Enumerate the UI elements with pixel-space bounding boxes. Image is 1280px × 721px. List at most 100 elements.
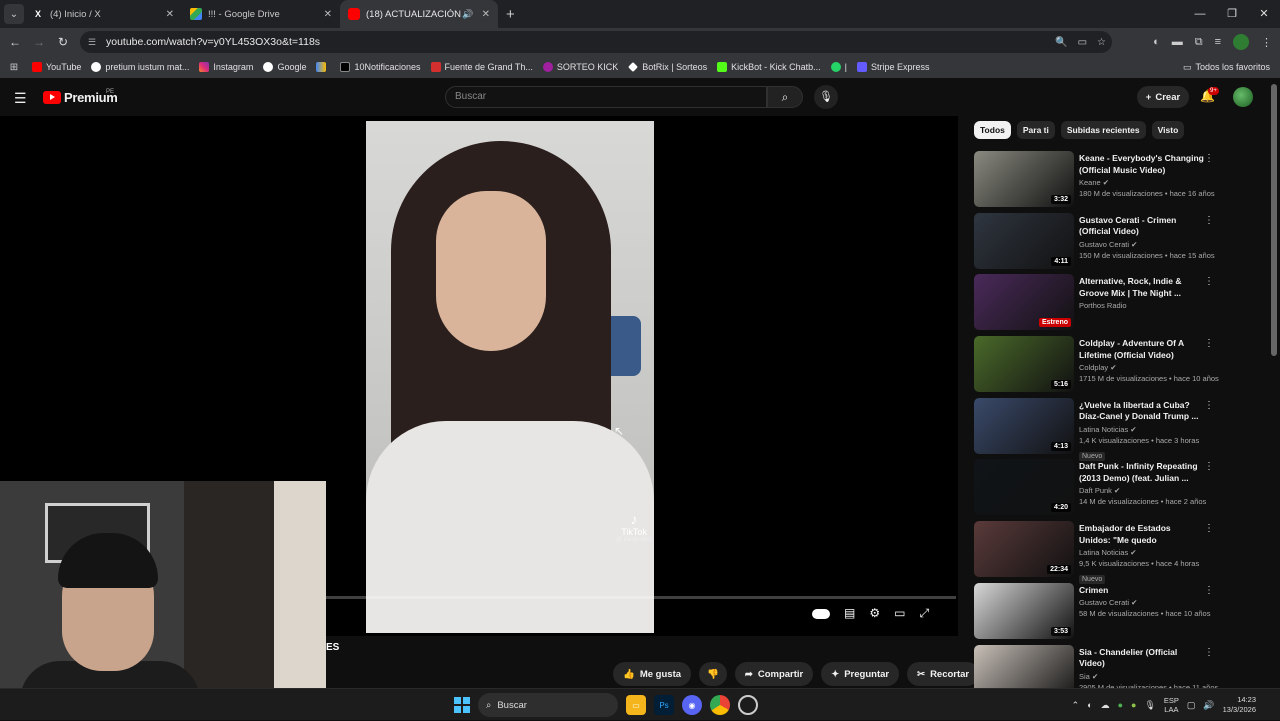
search-button[interactable]: ⌕ xyxy=(767,86,803,108)
chevron-up-icon[interactable]: ⌃ xyxy=(1072,700,1080,711)
chip-subidas-recientes[interactable]: Subidas recientes xyxy=(1060,121,1146,139)
tray-icon[interactable]: ◐ xyxy=(1087,700,1092,710)
profile-avatar[interactable] xyxy=(1233,34,1249,50)
more-options-icon[interactable]: ⋮ xyxy=(1204,585,1214,596)
apps-grid-icon[interactable]: ⊞ xyxy=(2,62,26,73)
video-title[interactable]: Keane - Everybody's Changing (Official M… xyxy=(1079,153,1204,176)
side-panel-icon[interactable]: ≡ xyxy=(1215,36,1221,48)
theater-mode-icon[interactable]: ▭ xyxy=(894,606,905,621)
channel-name[interactable]: Latina Noticias ✔ xyxy=(1079,425,1204,434)
recommended-video[interactable]: 4:13 ¿Vuelve la libertad a Cuba? Díaz-Can… xyxy=(974,397,1218,461)
ask-button[interactable]: ✦ Preguntar xyxy=(821,662,900,686)
like-button[interactable]: 👍 Me gusta xyxy=(613,662,692,686)
video-thumbnail[interactable]: Estreno xyxy=(974,274,1074,331)
bookmark-item[interactable]: Instagram xyxy=(199,62,253,72)
bookmark-item[interactable]: YouTube xyxy=(32,62,81,72)
minimize-button[interactable]: — xyxy=(1184,0,1216,28)
speaker-icon[interactable]: 🔊 xyxy=(462,9,473,20)
video-progress-bar[interactable] xyxy=(326,596,956,599)
chip-para-ti[interactable]: Para ti xyxy=(1016,121,1055,139)
video-thumbnail[interactable]: 22:34 xyxy=(974,521,1074,578)
settings-gear-icon[interactable]: ⚙ xyxy=(869,606,880,621)
fullscreen-icon[interactable]: ⤢ xyxy=(919,606,929,621)
autoplay-toggle[interactable] xyxy=(812,609,830,619)
close-tab-icon[interactable]: ✕ xyxy=(324,9,332,20)
clip-button[interactable]: ✂ Recortar xyxy=(907,662,980,686)
taskbar-search[interactable]: ⌕ Buscar xyxy=(478,693,618,717)
video-content[interactable]: ♪ TikTok @ kangsukxx xyxy=(366,121,654,633)
restore-button[interactable]: ❐ xyxy=(1216,0,1248,28)
all-bookmarks-button[interactable]: ▭ Todos los favoritos xyxy=(1183,56,1270,78)
channel-name[interactable]: Coldplay ✔ xyxy=(1079,363,1204,372)
account-avatar[interactable] xyxy=(1233,87,1253,107)
bookmark-star-icon[interactable]: ☆ xyxy=(1097,37,1106,48)
more-options-icon[interactable]: ⋮ xyxy=(1204,215,1214,226)
bookmark-item[interactable]: Stripe Express xyxy=(857,62,930,72)
video-title[interactable]: Coldplay - Adventure Of A Lifetime (Offi… xyxy=(1079,338,1204,361)
recommended-video[interactable]: 4:11 Gustavo Cerati - Crimen (Official Vi… xyxy=(974,212,1218,275)
page-scrollbar[interactable] xyxy=(1271,84,1277,356)
tray-icon[interactable]: ● xyxy=(1118,700,1123,710)
dislike-button[interactable]: 👎 xyxy=(699,662,727,686)
recommended-video[interactable]: 5:16 Coldplay - Adventure Of A Lifetime (… xyxy=(974,336,1219,398)
extensions-puzzle-icon[interactable]: ⧉ xyxy=(1195,36,1203,49)
subtitles-icon[interactable]: ▤ xyxy=(844,606,855,621)
more-options-icon[interactable]: ⋮ xyxy=(1204,400,1214,411)
photoshop-icon[interactable]: Ps xyxy=(654,695,674,715)
channel-name[interactable]: Porthos Radio xyxy=(1079,301,1204,310)
video-title[interactable]: Daft Punk - Infinity Repeating (2013 Dem… xyxy=(1079,461,1204,484)
more-options-icon[interactable]: ⋮ xyxy=(1204,647,1214,658)
extension-icon[interactable]: ◐ xyxy=(1153,36,1160,48)
youtube-premium-logo[interactable]: Premium PE xyxy=(43,89,118,105)
channel-name[interactable]: Daft Punk ✔ xyxy=(1079,486,1204,495)
chip-todos[interactable]: Todos xyxy=(974,121,1011,139)
discord-icon[interactable]: ◉ xyxy=(682,695,702,715)
recommended-video[interactable]: 4:20 Daft Punk - Infinity Repeating (2013… xyxy=(974,459,1218,521)
volume-icon[interactable]: 🔊 xyxy=(1203,700,1214,711)
search-input[interactable]: Buscar xyxy=(445,86,767,108)
site-info-icon[interactable]: ☰ xyxy=(88,37,102,48)
more-options-icon[interactable]: ⋮ xyxy=(1204,153,1214,164)
input-language[interactable]: ESP LAA xyxy=(1164,696,1179,714)
more-options-icon[interactable]: ⋮ xyxy=(1204,276,1214,287)
bookmark-item[interactable]: BotRix | Sorteos xyxy=(628,62,707,72)
tab-x[interactable]: X (4) Inicio / X ✕ xyxy=(24,0,182,28)
more-options-icon[interactable]: ⋮ xyxy=(1204,338,1214,349)
video-thumbnail[interactable]: 5:16 xyxy=(974,336,1074,393)
channel-name[interactable]: Gustavo Cerati ✔ xyxy=(1079,240,1204,249)
tab-search-button[interactable]: ⌄ xyxy=(4,4,24,24)
bookmark-item[interactable]: pretium iustum mat... xyxy=(91,62,189,72)
menu-icon[interactable]: ☰ xyxy=(14,90,27,107)
bookmark-item[interactable]: KickBot - Kick Chatb... xyxy=(717,62,821,72)
app-icon[interactable] xyxy=(738,695,758,715)
chip-visto[interactable]: Visto xyxy=(1151,121,1185,139)
back-button[interactable]: ← xyxy=(3,35,27,49)
recommended-video[interactable]: 3:53 Crimen Gustavo Cerati ✔ 58 M de visual… xyxy=(974,582,1218,645)
video-thumbnail[interactable]: 3:32 xyxy=(974,151,1074,207)
video-title[interactable]: Sia - Chandelier (Official Video) xyxy=(1079,647,1204,670)
more-options-icon[interactable]: ⋮ xyxy=(1204,523,1214,534)
close-tab-icon[interactable]: ✕ xyxy=(166,9,174,20)
bookmark-item[interactable]: | xyxy=(830,62,847,72)
recommended-video[interactable]: 3:32 Keane - Everybody's Changing (Offici… xyxy=(974,151,1218,213)
video-title[interactable]: Embajador de Estados Unidos: "Me quedo m… xyxy=(1079,523,1204,546)
recommended-video[interactable]: 22:34 Embajador de Estados Unidos: "Me qu… xyxy=(974,521,1218,585)
share-button[interactable]: ➦ Compartir xyxy=(734,662,814,686)
windows-start-icon[interactable] xyxy=(454,697,470,713)
video-title[interactable]: ¿Vuelve la libertad a Cuba? Díaz-Canel y… xyxy=(1079,400,1204,423)
video-thumbnail[interactable]: 3:53 xyxy=(974,582,1074,639)
close-tab-icon[interactable]: ✕ xyxy=(482,9,490,20)
tray-icon[interactable]: ☁ xyxy=(1101,700,1110,711)
chrome-icon[interactable] xyxy=(710,695,730,715)
new-tab-button[interactable]: + xyxy=(506,6,515,23)
browser-menu-icon[interactable]: ⋮ xyxy=(1261,36,1272,49)
address-bar[interactable]: ☰ youtube.com/watch?v=y0YL453OX3o&t=118s… xyxy=(80,31,1112,53)
cast-icon[interactable]: ▭ xyxy=(1078,37,1087,48)
reload-button[interactable]: ↻ xyxy=(51,35,75,49)
channel-name[interactable]: Gustavo Cerati ✔ xyxy=(1079,598,1204,607)
network-icon[interactable]: ▢ xyxy=(1187,700,1196,711)
bookmark-item[interactable]: Google xyxy=(263,62,306,72)
zoom-icon[interactable]: 🔍 xyxy=(1055,37,1067,48)
video-thumbnail[interactable]: 4:20 xyxy=(974,459,1074,516)
voice-search-button[interactable]: 🎙 xyxy=(814,85,838,109)
